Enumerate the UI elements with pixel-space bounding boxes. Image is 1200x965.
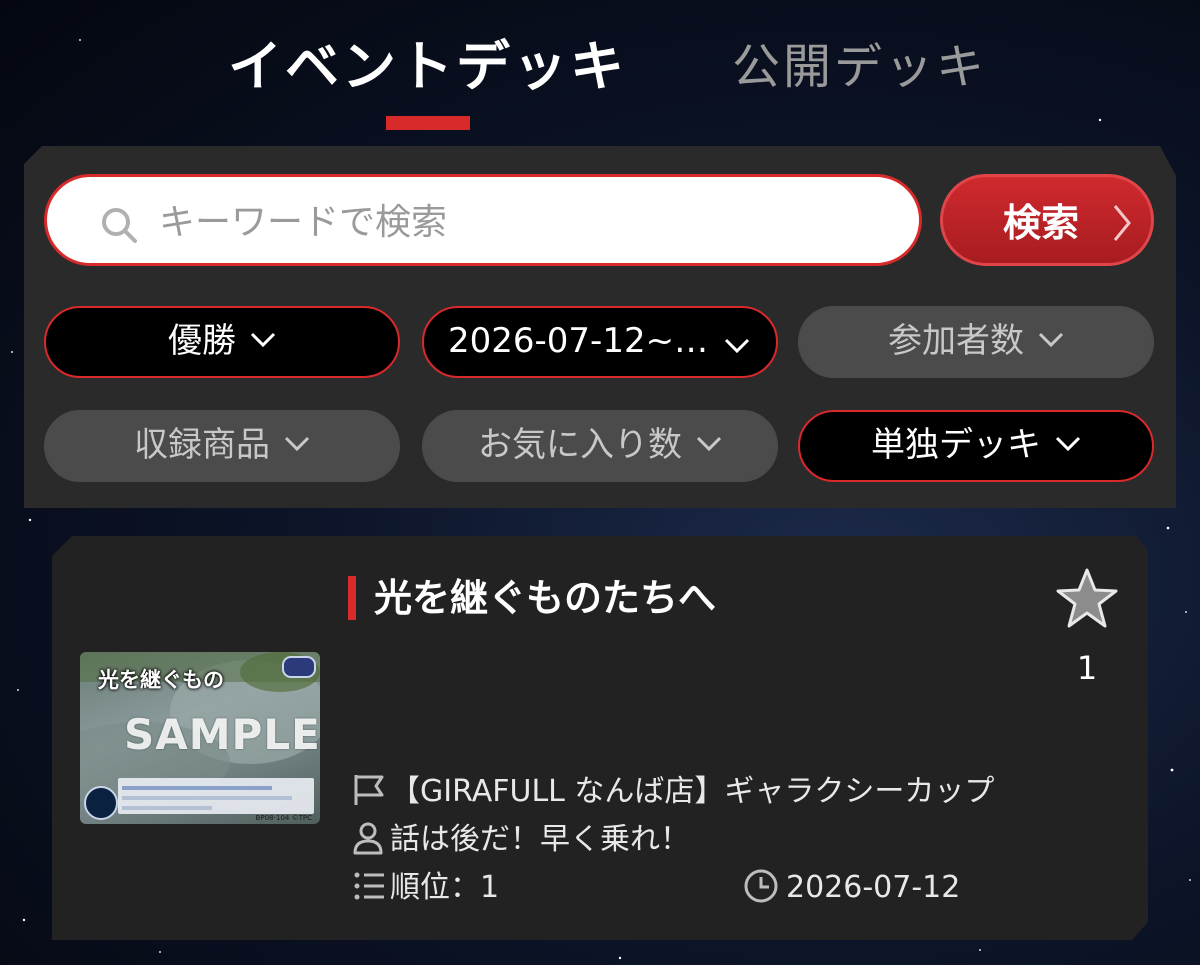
card-name-text: 光を継ぐもの — [98, 668, 224, 692]
card-text-line — [122, 786, 272, 790]
player-row: 話は後だ！早く乗れ！ — [352, 818, 690, 862]
tab-event-deck[interactable]: イベントデッキ — [228, 32, 627, 102]
card-code: BP08-104 ©TPC — [255, 814, 312, 822]
tab-public-deck[interactable]: 公開デッキ — [732, 32, 987, 102]
player-name: 話は後だ！早く乗れ！ — [390, 822, 690, 857]
deck-thumbnail[interactable]: 光を継ぐもの SAMPLE BP08-104 ©TPC — [80, 652, 320, 824]
chevron-down-icon — [696, 436, 722, 451]
chevron-down-icon — [724, 338, 750, 354]
card-text-line — [122, 806, 212, 810]
card-badge-icon — [84, 786, 118, 820]
search-button-label: 検索 — [1003, 201, 1080, 245]
filter-label: 2026-07-12~… — [448, 321, 709, 361]
search-icon — [102, 208, 137, 243]
filter-favorites[interactable]: お気に入り数 — [422, 410, 778, 482]
star-icon[interactable] — [1054, 566, 1120, 632]
search-placeholder: キーワードで検索 — [159, 202, 448, 243]
chevron-right-icon — [1113, 205, 1131, 241]
chevron-down-icon — [1038, 332, 1064, 347]
filter-label: 参加者数 — [888, 321, 1024, 361]
chevron-down-icon — [1055, 436, 1081, 451]
clock-icon — [744, 869, 778, 902]
deck-date: 2026-07-12 — [786, 870, 961, 905]
rank-text: 順位：1 — [390, 870, 500, 905]
chevron-down-icon — [250, 332, 276, 347]
user-icon — [353, 822, 383, 854]
filter-label: 収録商品 — [134, 425, 270, 465]
search-button[interactable]: 検索 — [940, 174, 1154, 266]
event-name[interactable]: 【GIRAFULL なんば店】ギャラクシーカップ — [390, 774, 994, 809]
filter-deck-type[interactable]: 単独デッキ — [798, 410, 1154, 482]
event-row: 【GIRAFULL なんば店】ギャラクシーカップ — [352, 770, 994, 814]
filter-label: 単独デッキ — [871, 425, 1041, 465]
active-tab-indicator — [386, 116, 470, 130]
title-accent-bar — [348, 576, 356, 620]
filter-winner[interactable]: 優勝 — [44, 306, 400, 378]
filter-date-range[interactable]: 2026-07-12~… — [422, 306, 778, 378]
search-input[interactable]: キーワードで検索 — [44, 174, 922, 266]
card-text-line — [122, 796, 292, 800]
rank-row: 順位：1 — [352, 866, 499, 910]
filter-participants[interactable]: 参加者数 — [798, 306, 1154, 378]
date-row: 2026-07-12 — [740, 866, 960, 910]
list-icon — [354, 872, 384, 899]
favorite-count: 1 — [1076, 649, 1098, 687]
deck-title[interactable]: 光を継ぐものたちへ — [374, 570, 716, 626]
filter-product[interactable]: 収録商品 — [44, 410, 400, 482]
filter-label: お気に入り数 — [478, 425, 682, 465]
flag-icon — [354, 774, 384, 805]
deck-card[interactable]: 光を継ぐものたちへ 1 光を継ぐもの SAMPLE BP08-104 ©TPC … — [52, 536, 1148, 940]
card-corner-emblem — [282, 656, 316, 678]
sample-watermark: SAMPLE — [124, 710, 320, 759]
deck-tabs: イベントデッキ 公開デッキ — [0, 0, 1200, 140]
chevron-down-icon — [284, 436, 310, 451]
filter-label: 優勝 — [168, 321, 236, 361]
search-panel: キーワードで検索 検索 優勝 2026-07-12~… 参加者数 収録商品 お気… — [24, 146, 1176, 508]
